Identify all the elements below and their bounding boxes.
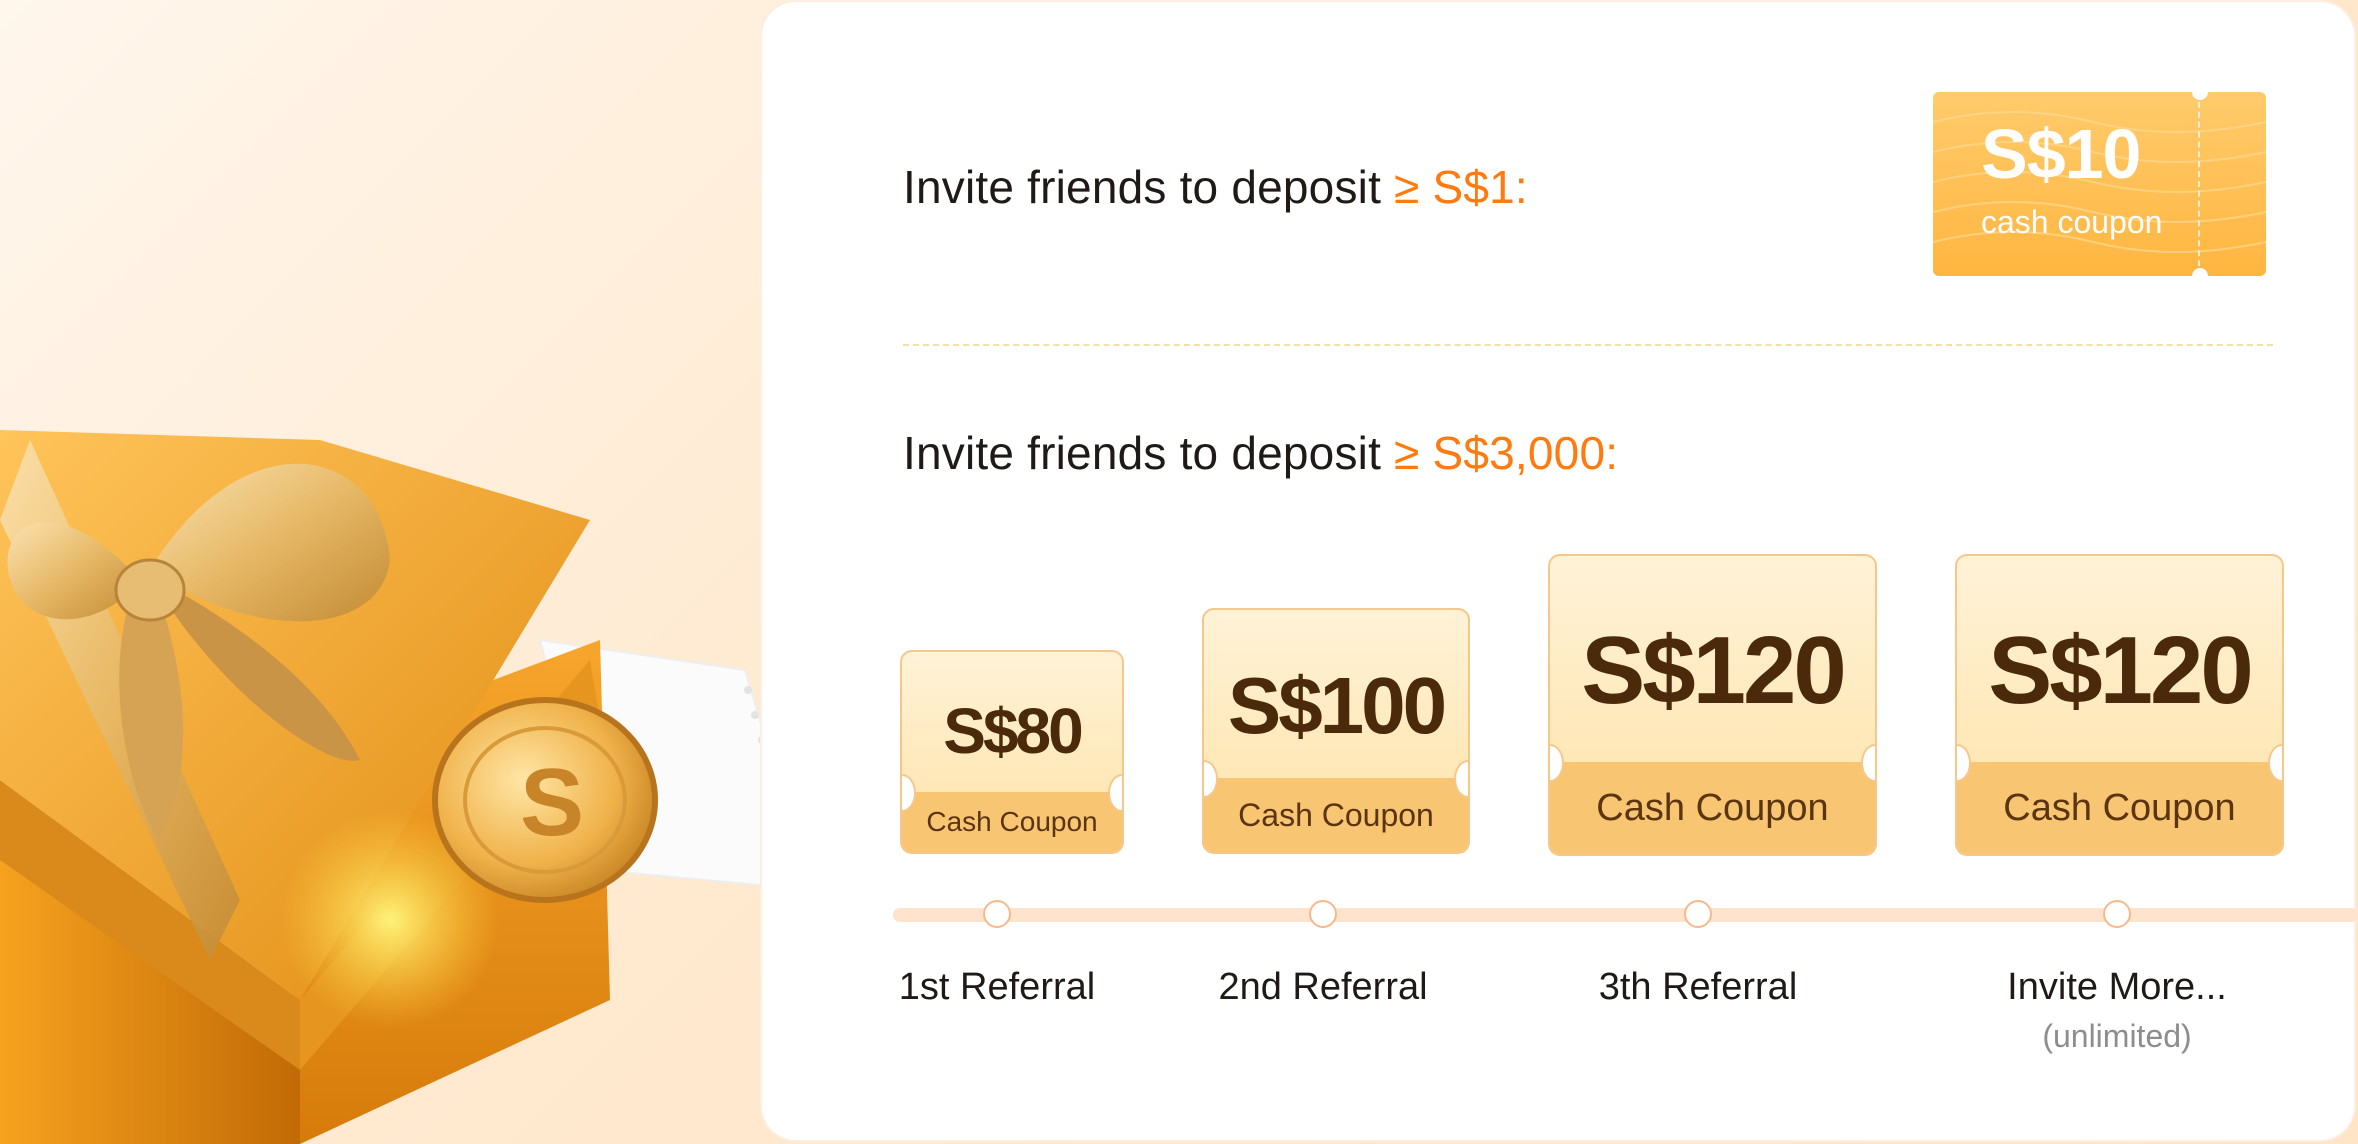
step-label-1: 1st Referral xyxy=(898,966,1096,1008)
tier-label: Cash Coupon xyxy=(1550,762,1875,854)
tier-coupon-3: S$120 Cash Coupon xyxy=(1548,554,1877,856)
section-divider xyxy=(903,344,2273,346)
deposit-1-headline: Invite friends to deposit ≥ S$1: xyxy=(903,160,1528,214)
step-note-4: (unlimited) xyxy=(2042,1018,2192,1054)
deposit-3000-threshold: ≥ S$3,000: xyxy=(1394,427,1619,479)
deposit-3000-headline: Invite friends to deposit ≥ S$3,000: xyxy=(903,426,1618,480)
tier-amount: S$100 xyxy=(1227,661,1447,750)
tier-coupon-4: S$120 Cash Coupon xyxy=(1955,554,2284,856)
tier-coupon-2: S$100 Cash Coupon xyxy=(1202,608,1470,854)
coupon-label: cash coupon xyxy=(1981,204,2163,240)
step-label-3: 3th Referral xyxy=(1598,966,1798,1008)
tier-amount: S$80 xyxy=(943,695,1083,767)
svg-text:S: S xyxy=(520,749,584,856)
coupon-amount: S$10 xyxy=(1981,115,2141,193)
deposit-1-threshold: ≥ S$1: xyxy=(1394,161,1528,213)
tier-coupon-1: S$80 Cash Coupon xyxy=(900,650,1124,854)
tier-amount: S$120 xyxy=(1581,617,1847,724)
deposit-3000-text: Invite friends to deposit xyxy=(903,427,1382,479)
cash-coupon-10: S$10 cash coupon xyxy=(1933,92,2266,276)
step-label-4: Invite More... xyxy=(2007,966,2227,1008)
tier-amount: S$120 xyxy=(1988,617,2254,724)
tier-label: Cash Coupon xyxy=(1957,762,2282,854)
timeline-dot-4 xyxy=(2103,900,2131,928)
timeline-dot-1 xyxy=(983,900,1011,928)
step-label-2: 2nd Referral xyxy=(1218,966,1428,1008)
tier-label: Cash Coupon xyxy=(902,792,1122,852)
referral-timeline xyxy=(893,908,2358,922)
tier-label: Cash Coupon xyxy=(1204,778,1468,852)
timeline-dot-2 xyxy=(1309,900,1337,928)
timeline-dot-3 xyxy=(1684,900,1712,928)
deposit-1-text: Invite friends to deposit xyxy=(903,161,1382,213)
coupon-perforation xyxy=(2198,92,2200,276)
gift-box-illustration: S xyxy=(0,0,820,1144)
